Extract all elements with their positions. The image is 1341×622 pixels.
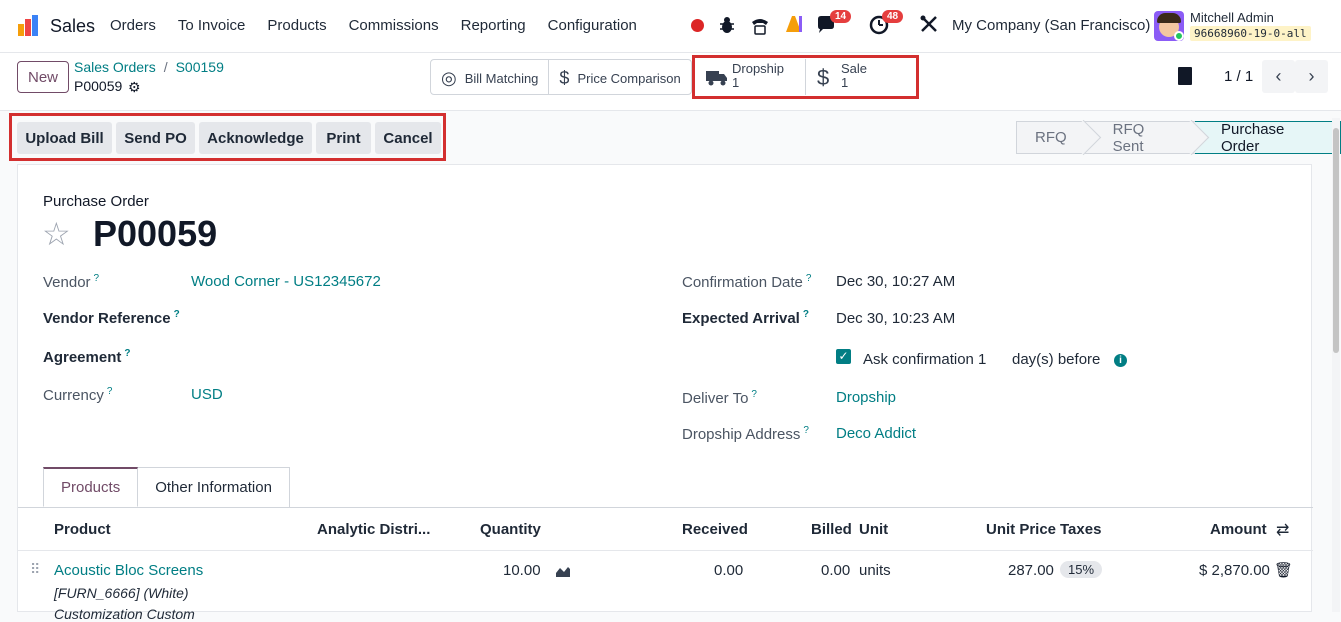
- new-button[interactable]: New: [17, 61, 69, 93]
- record-name: P00059: [74, 78, 123, 94]
- chat-icon[interactable]: 14: [816, 10, 852, 36]
- currency-label: Currency?: [43, 386, 113, 404]
- gear-icon[interactable]: ⚙: [128, 79, 141, 96]
- column-settings-icon[interactable]: ⇄: [1276, 520, 1289, 540]
- tax-badge[interactable]: 15%: [1060, 561, 1103, 578]
- col-taxes[interactable]: Taxes: [1060, 521, 1101, 538]
- tab-other-information[interactable]: Other Information: [138, 467, 290, 507]
- col-billed[interactable]: Billed: [811, 521, 852, 538]
- confirmation-date-field[interactable]: Dec 30, 10:27 AM: [836, 273, 955, 290]
- trash-icon[interactable]: 🗑: [1274, 561, 1293, 579]
- col-unit[interactable]: Unit: [859, 521, 888, 538]
- ai-icon[interactable]: [784, 14, 804, 34]
- top-navbar: Sales Orders To Invoice Products Commiss…: [0, 0, 1341, 53]
- database-tag: 96668960-19-0-all: [1190, 26, 1311, 41]
- sales-app-icon[interactable]: [16, 14, 40, 38]
- menu-orders[interactable]: Orders: [110, 17, 156, 34]
- expected-arrival-label: Expected Arrival?: [682, 309, 809, 327]
- deliver-to-label: Deliver To?: [682, 389, 757, 407]
- menu-commissions[interactable]: Commissions: [349, 17, 439, 34]
- breadcrumb-sales-orders[interactable]: Sales Orders: [74, 59, 156, 75]
- received-cell: 0.00: [714, 562, 744, 579]
- unit-cell[interactable]: units: [859, 562, 891, 579]
- activity-icon[interactable]: 48: [868, 10, 904, 36]
- activity-badge: 48: [882, 10, 904, 23]
- stage-purchase-order[interactable]: Purchase Order: [1195, 121, 1341, 155]
- stage-rfq-sent[interactable]: RFQ Sent: [1086, 119, 1210, 156]
- dropship-address-field[interactable]: Deco Addict: [836, 425, 916, 442]
- col-quantity[interactable]: Quantity: [480, 521, 541, 538]
- dropship-address-label: Dropship Address?: [682, 425, 809, 443]
- pager[interactable]: 1 / 1: [1224, 68, 1253, 85]
- tab-products[interactable]: Products: [43, 467, 139, 507]
- agreement-label: Agreement?: [43, 348, 131, 366]
- product-cell[interactable]: Acoustic Bloc Screens: [54, 562, 203, 579]
- ask-confirmation-days[interactable]: 1: [978, 351, 986, 368]
- col-product[interactable]: Product: [54, 521, 111, 538]
- archive-icon[interactable]: [1178, 67, 1192, 85]
- highlight-action-buttons: [9, 113, 446, 161]
- highlight-smart-buttons: [692, 55, 919, 99]
- menu-reporting[interactable]: Reporting: [461, 17, 526, 34]
- document-type: Purchase Order: [43, 193, 149, 210]
- days-before-label: day(s) before: [1012, 351, 1101, 368]
- col-analytic[interactable]: Analytic Distri...: [317, 521, 430, 538]
- menu-to-invoice[interactable]: To Invoice: [178, 17, 246, 34]
- page-title: P00059: [93, 213, 218, 254]
- scrollbar[interactable]: [1332, 118, 1340, 612]
- product-variant: [FURN_6666] (White): [54, 585, 189, 601]
- status-bar: RFQ RFQ Sent Purchase Order: [1016, 119, 1341, 156]
- price-comparison-button[interactable]: $ Price Comparison: [549, 60, 690, 94]
- phone-icon[interactable]: [749, 14, 771, 36]
- bug-icon[interactable]: [718, 14, 736, 36]
- chat-badge: 14: [830, 10, 852, 23]
- product-description: Customization Custom: [54, 606, 195, 622]
- user-avatar[interactable]: [1154, 11, 1184, 41]
- menu-configuration[interactable]: Configuration: [548, 17, 637, 34]
- target-icon: ◎: [441, 67, 457, 88]
- breadcrumb-s00159[interactable]: S00159: [176, 59, 224, 75]
- user-name[interactable]: Mitchell Admin: [1190, 10, 1274, 25]
- deliver-to-field[interactable]: Dropship: [836, 389, 896, 406]
- unit-price-cell[interactable]: 287.00: [1008, 562, 1054, 579]
- info-icon[interactable]: i: [1114, 354, 1127, 367]
- vendor-field[interactable]: Wood Corner - US12345672: [191, 273, 381, 290]
- previous-record-button[interactable]: ‹: [1262, 60, 1295, 93]
- currency-field[interactable]: USD: [191, 386, 223, 403]
- notebook-tabs: Products Other Information: [43, 467, 290, 507]
- ask-confirmation-checkbox[interactable]: ✓: [836, 349, 851, 364]
- record-icon[interactable]: [691, 14, 704, 32]
- expected-arrival-field[interactable]: Dec 30, 10:23 AM: [836, 310, 955, 327]
- action-bar: Upload Bill Send PO Acknowledge Print Ca…: [0, 111, 1341, 163]
- col-amount[interactable]: Amount: [1210, 521, 1267, 538]
- col-unit-price[interactable]: Unit Price: [986, 521, 1056, 538]
- amount-cell: $ 2,870.00: [1199, 562, 1270, 579]
- vendor-reference-label: Vendor Reference?: [43, 309, 180, 327]
- smart-buttons: ◎ Bill Matching $ Price Comparison: [430, 59, 692, 95]
- menu-products[interactable]: Products: [267, 17, 326, 34]
- form-sheet: Purchase Order ☆ P00059 Vendor? Wood Cor…: [17, 164, 1313, 622]
- tools-icon[interactable]: [919, 14, 939, 34]
- ask-confirmation-label: Ask confirmation: [863, 351, 974, 368]
- star-icon[interactable]: ☆: [42, 215, 71, 253]
- app-name[interactable]: Sales: [50, 16, 95, 37]
- forecast-chart-icon[interactable]: [555, 565, 571, 578]
- stage-rfq[interactable]: RFQ: [1016, 119, 1101, 156]
- main-menu: Orders To Invoice Products Commissions R…: [110, 17, 659, 34]
- quantity-cell[interactable]: 10.00: [503, 562, 541, 579]
- vendor-label: Vendor?: [43, 273, 100, 291]
- col-received[interactable]: Received: [682, 521, 748, 538]
- company-switcher[interactable]: My Company (San Francisco): [952, 17, 1150, 34]
- confirmation-date-label: Confirmation Date?: [682, 273, 812, 291]
- drag-handle-icon[interactable]: ⠿: [30, 561, 40, 578]
- control-panel: New Sales Orders / S00159 P00059 ⚙ ◎ Bill …: [0, 53, 1341, 111]
- breadcrumb: Sales Orders / S00159: [74, 59, 224, 75]
- bill-matching-button[interactable]: ◎ Bill Matching: [431, 60, 550, 94]
- dollar-icon: $: [559, 67, 570, 88]
- billed-cell: 0.00: [821, 562, 851, 579]
- next-record-button[interactable]: ›: [1295, 60, 1328, 93]
